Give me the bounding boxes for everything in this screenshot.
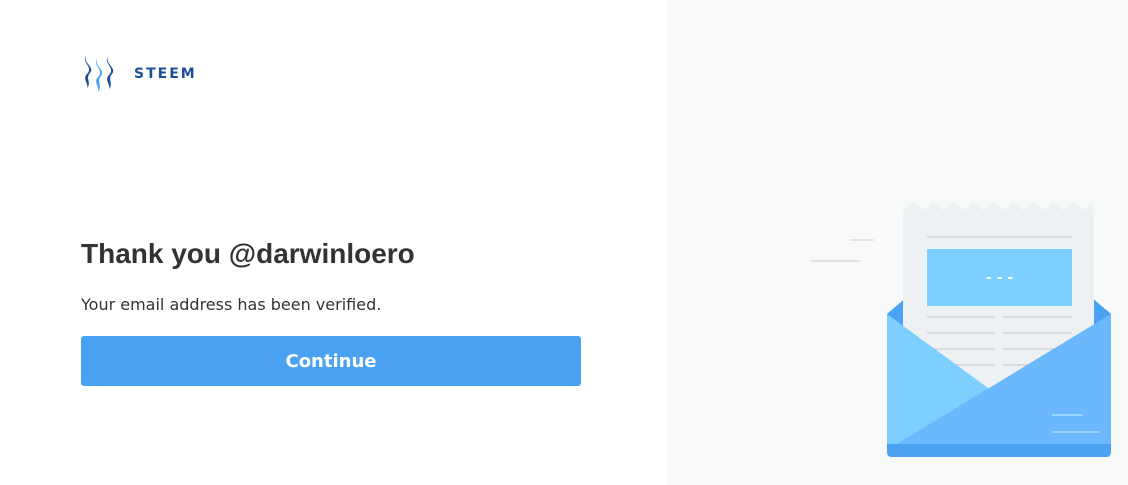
continue-button[interactable]: Continue xyxy=(81,336,581,386)
envelope-letter-icon: - - - xyxy=(811,202,1111,457)
page-title: Thank you @darwinloero xyxy=(81,238,415,269)
content-pane: STEEM Thank you @darwinloero Your email … xyxy=(0,0,667,485)
steem-logo-icon xyxy=(84,56,114,92)
brand-link[interactable]: STEEM xyxy=(80,54,197,94)
verification-message: Your email address has been verified. xyxy=(81,295,382,314)
illustration-pane: - - - xyxy=(667,0,1128,485)
verification-page: STEEM Thank you @darwinloero Your email … xyxy=(0,0,1128,485)
brand-name: STEEM xyxy=(134,66,197,82)
letter-placeholder: - - - xyxy=(986,270,1013,286)
